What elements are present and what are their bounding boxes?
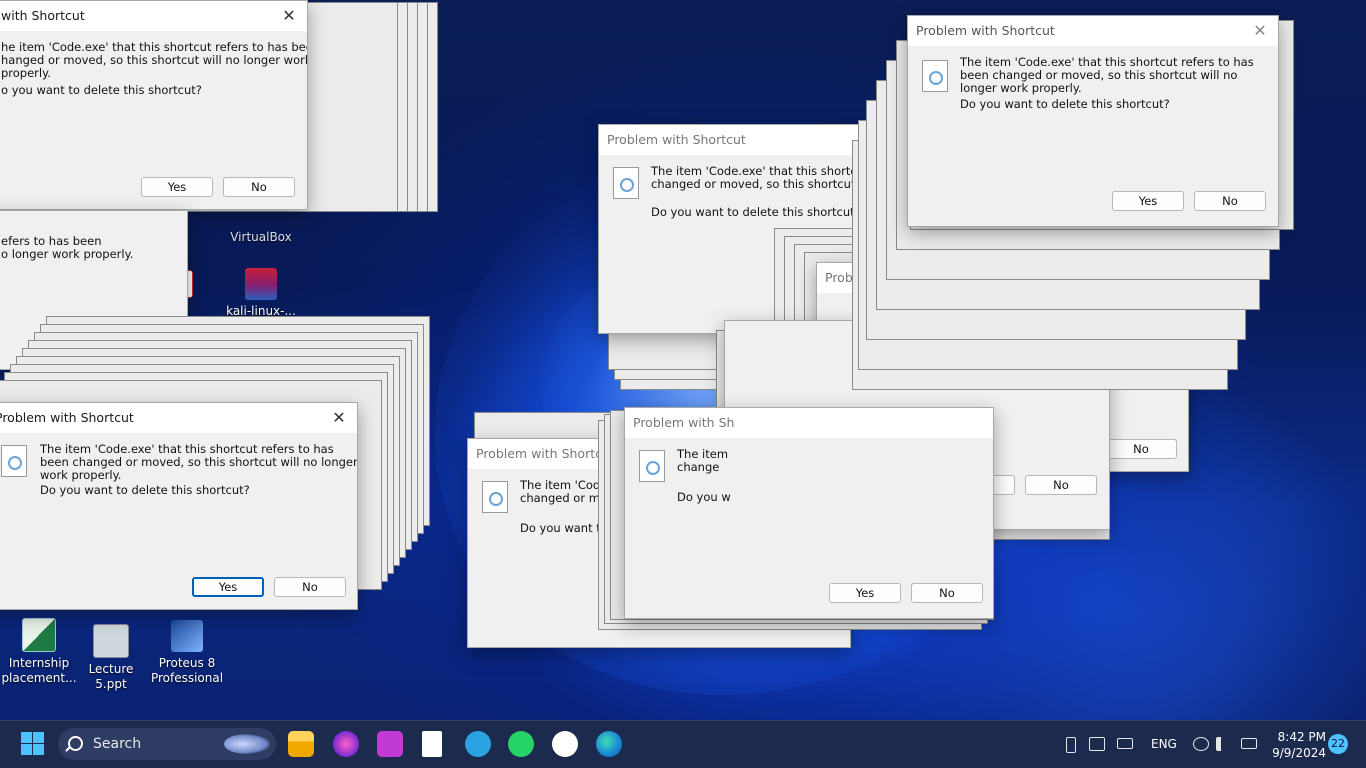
dialog-title: Prob bbox=[825, 270, 853, 285]
usb-icon[interactable] bbox=[1066, 737, 1076, 753]
keyboard-icon[interactable] bbox=[1117, 738, 1133, 749]
file-search-icon bbox=[639, 450, 665, 482]
desktop-icon-virtualbox[interactable]: VirtualBox bbox=[222, 218, 300, 245]
mongodb-compass-icon[interactable] bbox=[552, 731, 578, 757]
dialog-question: Do you want to delete this shortcut? bbox=[651, 205, 861, 219]
desktop-icon-label: Internship placement... bbox=[1, 656, 77, 685]
dialog-message: he item 'Code.exe' that this shortcut re… bbox=[1, 40, 307, 80]
search-label: Search bbox=[93, 736, 142, 752]
close-icon[interactable]: ✕ bbox=[1250, 21, 1270, 41]
windows-logo-icon bbox=[21, 744, 32, 755]
media-app-icon[interactable] bbox=[377, 731, 403, 757]
search-highlight-icon bbox=[224, 734, 270, 754]
yes-button[interactable]: Yes bbox=[192, 577, 264, 597]
dialog-message: efers to has been o longer work properly… bbox=[1, 234, 134, 261]
file-search-icon bbox=[613, 167, 639, 199]
file-search-icon bbox=[1, 445, 27, 477]
shortcut-dialog-top-right[interactable]: Problem with Shortcut ✕ The item 'Code.e… bbox=[907, 15, 1279, 227]
dialog-title: with Shortcut bbox=[1, 8, 85, 23]
desktop[interactable]: Internship placement... Lecture 5.ppt Pr… bbox=[0, 0, 1366, 720]
taskbar-search[interactable]: Search bbox=[58, 728, 276, 760]
no-button[interactable]: No bbox=[911, 583, 983, 603]
no-button[interactable]: No bbox=[223, 177, 295, 197]
telegram-icon[interactable] bbox=[465, 731, 491, 757]
excel-file-icon bbox=[22, 618, 56, 652]
desktop-icon-kali[interactable]: kali-linux-... bbox=[222, 268, 300, 319]
language-indicator[interactable]: ENG bbox=[1151, 737, 1177, 751]
proteus-app-icon bbox=[171, 620, 203, 652]
desktop-icon-internship[interactable]: Internship placement... bbox=[0, 618, 78, 686]
desktop-icon-label: Proteus 8 Professional bbox=[150, 656, 224, 685]
dialog-question: o you want to delete this shortcut? bbox=[1, 83, 202, 97]
windows-logo-icon bbox=[33, 744, 44, 755]
dialog-question: Do you want to delete this shortcut? bbox=[40, 483, 250, 497]
shortcut-dialog-bottom-left[interactable]: Problem with Shortcut ✕ The item 'Code.e… bbox=[0, 402, 358, 610]
clock[interactable]: 8:42 PM 9/9/2024 bbox=[1270, 729, 1326, 761]
clock-date: 9/9/2024 bbox=[1272, 746, 1326, 760]
desktop-icon-proteus[interactable]: Proteus 8 Professional bbox=[148, 620, 226, 686]
dialog-question: Do you want to delete this shortcut? bbox=[960, 97, 1170, 111]
no-button[interactable]: No bbox=[1194, 191, 1266, 211]
windows-logo-icon bbox=[33, 732, 44, 743]
no-button[interactable]: No bbox=[1105, 439, 1177, 459]
notepad-icon[interactable] bbox=[422, 731, 442, 757]
shortcut-dialog-center[interactable]: Problem with Sh The item change Do you w… bbox=[624, 407, 994, 619]
network-globe-icon[interactable] bbox=[1193, 737, 1209, 751]
clock-time: 8:42 PM bbox=[1277, 730, 1326, 744]
yes-button[interactable]: Yes bbox=[829, 583, 901, 603]
yes-button[interactable]: Yes bbox=[1112, 191, 1184, 211]
dialog-title: Problem with Shortcut bbox=[607, 132, 746, 147]
no-button[interactable]: No bbox=[274, 577, 346, 597]
powerpoint-file-icon bbox=[93, 624, 129, 658]
edge-icon[interactable] bbox=[596, 731, 622, 757]
windows-logo-icon bbox=[21, 732, 32, 743]
no-button[interactable]: No bbox=[1025, 475, 1097, 495]
dialog-message: The item 'Code.exe' that this shortcut r… bbox=[960, 55, 1254, 95]
taskbar: Search ENG 8:42 PM 9/9/2024 22 bbox=[0, 720, 1366, 768]
dialog-message: The item change bbox=[677, 447, 729, 474]
yes-button[interactable]: Yes bbox=[141, 177, 213, 197]
game-app-icon[interactable] bbox=[333, 731, 359, 757]
dialog-title: Problem with Shortcut bbox=[476, 446, 615, 461]
close-icon[interactable]: ✕ bbox=[329, 408, 349, 428]
winrar-archive-icon bbox=[245, 268, 277, 300]
desktop-icon-label: VirtualBox bbox=[230, 230, 292, 244]
display-icon[interactable] bbox=[1089, 737, 1105, 751]
start-button[interactable] bbox=[20, 731, 46, 757]
search-icon bbox=[68, 736, 83, 751]
dialog-title: Problem with Sh bbox=[633, 415, 735, 430]
dialog-title: Problem with Shortcut bbox=[916, 23, 1055, 38]
battery-icon[interactable] bbox=[1241, 738, 1257, 749]
file-search-icon bbox=[922, 60, 948, 92]
notification-badge[interactable]: 22 bbox=[1328, 734, 1348, 754]
dialog-message: The item 'Code.exe' that this shortcut r… bbox=[40, 442, 358, 482]
dialog-title: Problem with Shortcut bbox=[0, 410, 134, 425]
dialog-question: Do you w bbox=[677, 490, 731, 504]
whatsapp-icon[interactable] bbox=[508, 731, 534, 757]
file-search-icon bbox=[482, 481, 508, 513]
shortcut-dialog-top-left[interactable]: with Shortcut ✕ he item 'Code.exe' that … bbox=[0, 0, 308, 210]
desktop-icon-lecture[interactable]: Lecture 5.ppt bbox=[72, 624, 150, 692]
file-explorer-icon[interactable] bbox=[288, 731, 314, 757]
volume-icon[interactable] bbox=[1216, 737, 1228, 751]
desktop-icon-label: Lecture 5.ppt bbox=[88, 662, 134, 691]
close-icon[interactable]: ✕ bbox=[279, 6, 299, 26]
